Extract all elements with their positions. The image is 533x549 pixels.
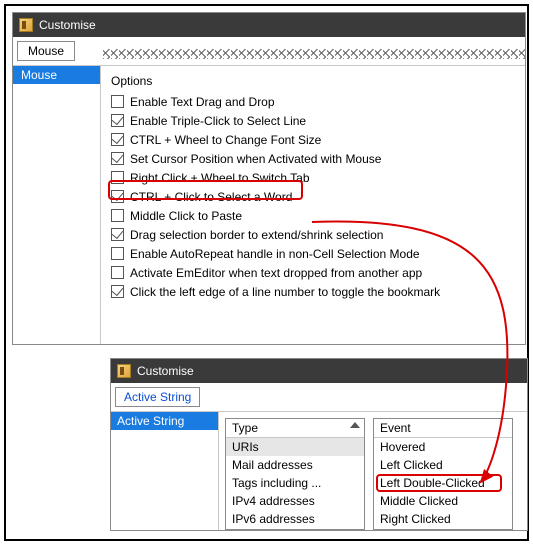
tab-mouse[interactable]: Mouse: [17, 41, 75, 61]
option-checkbox[interactable]: Enable Triple-Click to Select Line: [111, 111, 517, 130]
checkbox-box[interactable]: [111, 209, 124, 222]
app-icon: [117, 364, 131, 378]
checkbox-box[interactable]: [111, 285, 124, 298]
option-checkbox[interactable]: Drag selection border to extend/shrink s…: [111, 225, 517, 244]
option-label: Right Click + Wheel to Switch Tab: [130, 171, 310, 185]
sidebar-item-mouse[interactable]: Mouse: [13, 66, 100, 84]
titlebar: Customise: [13, 13, 525, 37]
option-checkbox[interactable]: Right Click + Wheel to Switch Tab: [111, 168, 517, 187]
checkbox-box[interactable]: [111, 114, 124, 127]
option-checkbox[interactable]: CTRL + Click to Select a Word: [111, 187, 517, 206]
event-listbox[interactable]: Event HoveredLeft ClickedLeft Double-Cli…: [373, 418, 513, 530]
customise-window-mouse: Customise Mouse Mouse Options Enable Tex…: [12, 12, 526, 345]
type-list-item[interactable]: URIs: [226, 438, 364, 456]
tab-active-string[interactable]: Active String: [115, 387, 200, 407]
option-label: Set Cursor Position when Activated with …: [130, 152, 381, 166]
titlebar: Customise: [111, 359, 527, 383]
checkbox-box[interactable]: [111, 228, 124, 241]
tab-overflow-decoration: [103, 49, 525, 59]
event-column-header[interactable]: Event: [374, 419, 512, 438]
tab-strip: Mouse: [13, 37, 525, 65]
option-checkbox[interactable]: CTRL + Wheel to Change Font Size: [111, 130, 517, 149]
type-header-label: Type: [232, 421, 258, 435]
checkbox-box[interactable]: [111, 133, 124, 146]
sort-arrow-icon: [350, 422, 360, 428]
app-icon: [19, 18, 33, 32]
option-label: CTRL + Wheel to Change Font Size: [130, 133, 321, 147]
event-list-item[interactable]: Left Clicked: [374, 456, 512, 474]
event-list-item[interactable]: Middle Clicked: [374, 492, 512, 510]
event-list-item[interactable]: Hovered: [374, 438, 512, 456]
option-checkbox[interactable]: Middle Click to Paste: [111, 206, 517, 225]
event-list-item[interactable]: Right Clicked: [374, 510, 512, 528]
event-list-item[interactable]: Left Double-Clicked: [374, 474, 512, 492]
option-label: Enable Triple-Click to Select Line: [130, 114, 306, 128]
checkbox-box[interactable]: [111, 152, 124, 165]
option-label: Enable Text Drag and Drop: [130, 95, 275, 109]
option-label: Enable AutoRepeat handle in non-Cell Sel…: [130, 247, 420, 261]
tab-strip: Active String: [111, 383, 527, 411]
customise-window-active-string: Customise Active String Active String Ty…: [110, 358, 528, 531]
option-checkbox[interactable]: Click the left edge of a line number to …: [111, 282, 517, 301]
option-label: CTRL + Click to Select a Word: [130, 190, 292, 204]
type-list-item[interactable]: Mail addresses: [226, 456, 364, 474]
category-sidebar: Active String: [111, 412, 219, 530]
option-label: Drag selection border to extend/shrink s…: [130, 228, 383, 242]
options-header: Options: [111, 74, 517, 88]
checkbox-box[interactable]: [111, 247, 124, 260]
option-checkbox[interactable]: Activate EmEditor when text dropped from…: [111, 263, 517, 282]
checkbox-box[interactable]: [111, 171, 124, 184]
checkbox-box[interactable]: [111, 95, 124, 108]
window-title: Customise: [137, 364, 194, 378]
option-label: Click the left edge of a line number to …: [130, 285, 440, 299]
event-header-label: Event: [380, 421, 411, 435]
checkbox-box[interactable]: [111, 266, 124, 279]
type-listbox[interactable]: Type URIsMail addressesTags including ..…: [225, 418, 365, 530]
window-title: Customise: [39, 18, 96, 32]
type-list-item[interactable]: Tags including ...: [226, 474, 364, 492]
category-sidebar: Mouse: [13, 66, 101, 344]
options-panel: Options Enable Text Drag and Drop Enable …: [101, 66, 525, 344]
type-column-header[interactable]: Type: [226, 419, 364, 438]
option-checkbox[interactable]: Set Cursor Position when Activated with …: [111, 149, 517, 168]
type-list-item[interactable]: IPv6 addresses: [226, 510, 364, 528]
option-checkbox[interactable]: Enable AutoRepeat handle in non-Cell Sel…: [111, 244, 517, 263]
option-label: Activate EmEditor when text dropped from…: [130, 266, 422, 280]
sidebar-item-active-string[interactable]: Active String: [111, 412, 218, 430]
option-checkbox[interactable]: Enable Text Drag and Drop: [111, 92, 517, 111]
checkbox-box[interactable]: [111, 190, 124, 203]
type-list-item[interactable]: IPv4 addresses: [226, 492, 364, 510]
option-label: Middle Click to Paste: [130, 209, 242, 223]
